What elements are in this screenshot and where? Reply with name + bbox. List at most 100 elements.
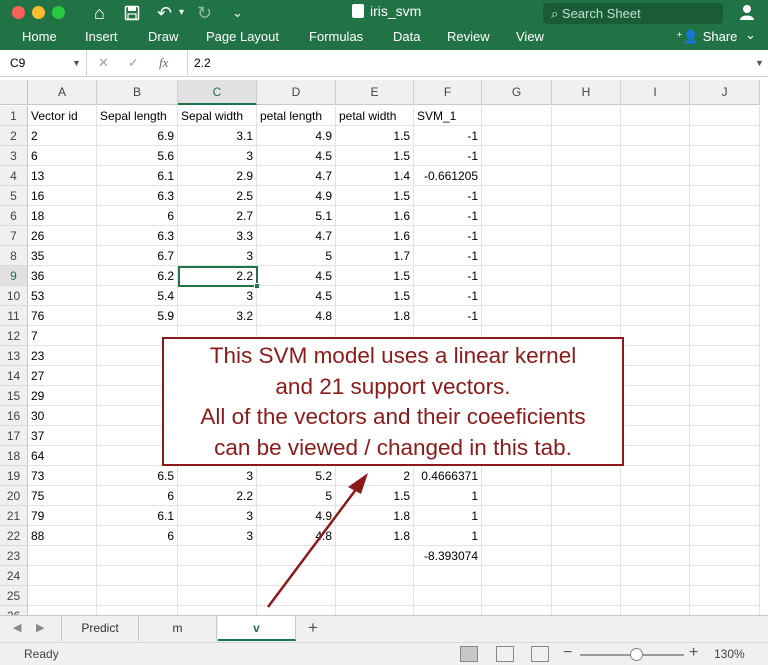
table-cell[interactable]: 1.5: [336, 126, 414, 146]
table-cell[interactable]: 6.3: [97, 186, 178, 206]
sheet-tab-v[interactable]: v: [218, 616, 296, 641]
table-cell[interactable]: [621, 386, 690, 406]
column-header-i[interactable]: I: [621, 80, 690, 105]
table-cell[interactable]: 3: [178, 246, 257, 266]
table-cell[interactable]: [621, 246, 690, 266]
table-cell[interactable]: [482, 226, 552, 246]
table-cell[interactable]: [482, 466, 552, 486]
table-cell[interactable]: 29: [28, 386, 97, 406]
table-cell[interactable]: [690, 186, 760, 206]
table-cell[interactable]: [482, 186, 552, 206]
table-cell[interactable]: [690, 326, 760, 346]
table-cell[interactable]: [552, 466, 621, 486]
table-cell[interactable]: 35: [28, 246, 97, 266]
table-cell[interactable]: 75: [28, 486, 97, 506]
table-cell[interactable]: [552, 226, 621, 246]
table-cell[interactable]: [621, 346, 690, 366]
table-cell[interactable]: 76: [28, 306, 97, 326]
table-cell[interactable]: [621, 586, 690, 606]
table-cell[interactable]: 6.1: [97, 166, 178, 186]
table-cell[interactable]: [552, 306, 621, 326]
table-cell[interactable]: [336, 586, 414, 606]
page-layout-view-icon[interactable]: [496, 646, 514, 662]
column-header-j[interactable]: J: [690, 80, 760, 105]
table-cell[interactable]: [257, 546, 336, 566]
row-header[interactable]: 2: [0, 126, 28, 146]
table-cell[interactable]: 53: [28, 286, 97, 306]
row-header[interactable]: 24: [0, 566, 28, 586]
table-cell[interactable]: [482, 266, 552, 286]
table-cell[interactable]: 18: [28, 206, 97, 226]
table-cell[interactable]: 4.5: [257, 286, 336, 306]
table-cell[interactable]: [482, 506, 552, 526]
table-cell[interactable]: SVM_1: [414, 106, 482, 126]
table-cell[interactable]: [690, 466, 760, 486]
table-cell[interactable]: 1.8: [336, 506, 414, 526]
table-cell[interactable]: [621, 226, 690, 246]
column-header-b[interactable]: B: [97, 80, 178, 105]
table-cell[interactable]: [257, 566, 336, 586]
table-cell[interactable]: [482, 246, 552, 266]
cancel-icon[interactable]: ✕: [98, 50, 109, 76]
table-cell[interactable]: -8.393074: [414, 546, 482, 566]
undo-dropdown-icon[interactable]: ▾: [179, 2, 184, 24]
table-cell[interactable]: 3: [178, 466, 257, 486]
close-window-button[interactable]: [12, 6, 25, 19]
table-cell[interactable]: [690, 206, 760, 226]
row-header[interactable]: 11: [0, 306, 28, 326]
table-cell[interactable]: [336, 546, 414, 566]
table-cell[interactable]: -0.661205: [414, 166, 482, 186]
table-cell[interactable]: [621, 606, 690, 615]
table-cell[interactable]: [690, 266, 760, 286]
table-cell[interactable]: [97, 606, 178, 615]
table-cell[interactable]: 1.6: [336, 226, 414, 246]
column-header-g[interactable]: G: [482, 80, 552, 105]
table-cell[interactable]: [621, 326, 690, 346]
table-cell[interactable]: [552, 506, 621, 526]
table-cell[interactable]: -1: [414, 286, 482, 306]
table-cell[interactable]: 4.7: [257, 226, 336, 246]
table-cell[interactable]: 6: [28, 146, 97, 166]
row-header[interactable]: 23: [0, 546, 28, 566]
tab-view[interactable]: View: [516, 29, 544, 44]
table-cell[interactable]: -1: [414, 306, 482, 326]
column-header-c[interactable]: C: [178, 80, 257, 105]
sheet-tab-m[interactable]: m: [139, 616, 217, 641]
undo-icon[interactable]: ↶: [157, 2, 172, 24]
table-cell[interactable]: 5: [257, 486, 336, 506]
table-cell[interactable]: [690, 366, 760, 386]
table-cell[interactable]: 4.7: [257, 166, 336, 186]
table-cell[interactable]: 13: [28, 166, 97, 186]
row-header[interactable]: 10: [0, 286, 28, 306]
add-sheet-button[interactable]: +: [308, 618, 318, 638]
table-cell[interactable]: [690, 446, 760, 466]
column-header-f[interactable]: F: [414, 80, 482, 105]
table-cell[interactable]: 2: [336, 466, 414, 486]
row-header[interactable]: 7: [0, 226, 28, 246]
table-cell[interactable]: [690, 546, 760, 566]
table-cell[interactable]: [178, 586, 257, 606]
table-cell[interactable]: [621, 406, 690, 426]
table-cell[interactable]: [690, 506, 760, 526]
table-cell[interactable]: 79: [28, 506, 97, 526]
table-cell[interactable]: [97, 586, 178, 606]
name-box-chevron-icon[interactable]: ▼: [72, 50, 81, 76]
table-cell[interactable]: 64: [28, 446, 97, 466]
select-all-corner[interactable]: [0, 80, 28, 105]
table-cell[interactable]: [621, 266, 690, 286]
table-cell[interactable]: 1.7: [336, 246, 414, 266]
table-cell[interactable]: 4.9: [257, 186, 336, 206]
zoom-slider-thumb[interactable]: [630, 648, 643, 661]
table-cell[interactable]: Vector id: [28, 106, 97, 126]
table-cell[interactable]: 4.5: [257, 266, 336, 286]
table-cell[interactable]: [482, 606, 552, 615]
table-cell[interactable]: [482, 546, 552, 566]
table-cell[interactable]: [482, 306, 552, 326]
table-cell[interactable]: [552, 586, 621, 606]
table-cell[interactable]: [178, 546, 257, 566]
tab-home[interactable]: Home: [22, 29, 57, 44]
table-cell[interactable]: [552, 186, 621, 206]
row-header[interactable]: 13: [0, 346, 28, 366]
save-icon[interactable]: [124, 2, 140, 26]
collapse-ribbon-icon[interactable]: ⌄: [745, 27, 756, 43]
